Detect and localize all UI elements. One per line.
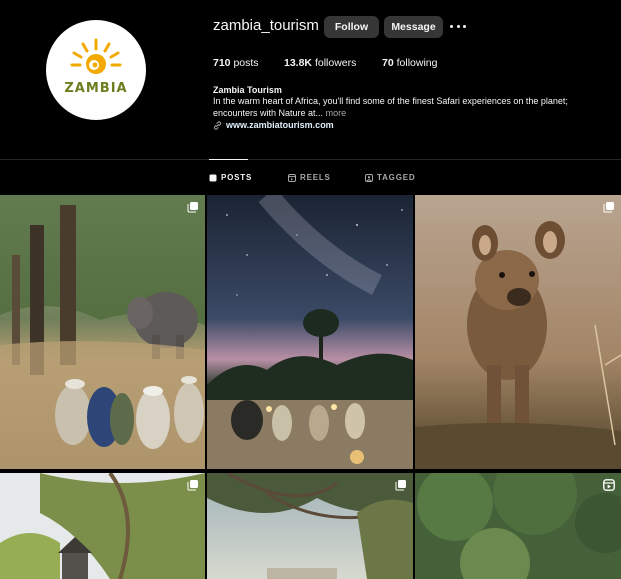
tab-posts-label: POSTS bbox=[221, 173, 253, 182]
profile-avatar[interactable]: ZAMBIA bbox=[46, 20, 146, 120]
following-link[interactable]: 70 following bbox=[382, 57, 437, 69]
riverside-tree-photo bbox=[207, 473, 413, 579]
tagged-icon bbox=[365, 173, 373, 182]
following-count-value: 70 bbox=[382, 57, 394, 69]
following-count-label: following bbox=[396, 57, 438, 69]
follow-button[interactable]: Follow bbox=[324, 16, 379, 38]
message-button[interactable]: Message bbox=[384, 16, 443, 38]
bio-name: Zambia Tourism bbox=[213, 85, 282, 95]
post-tile-2[interactable] bbox=[207, 195, 413, 469]
bio-more-link[interactable]: more bbox=[326, 108, 347, 118]
milky-way-camp-photo bbox=[207, 195, 413, 469]
posts-count-label: posts bbox=[233, 57, 259, 69]
tab-reels-label: REELS bbox=[300, 173, 331, 182]
safari-walk-photo bbox=[0, 195, 205, 469]
foliage-photo bbox=[415, 473, 621, 579]
followers-link[interactable]: 13.8K followers bbox=[284, 57, 356, 69]
website-link-text: www.zambiatourism.com bbox=[226, 120, 334, 130]
reel-icon bbox=[603, 479, 615, 491]
bio-body: In the warm heart of Africa, you'll find… bbox=[213, 96, 568, 118]
tab-posts[interactable]: POSTS bbox=[209, 173, 252, 182]
website-link[interactable]: www.zambiatourism.com bbox=[213, 120, 334, 130]
active-tab-indicator bbox=[209, 159, 248, 160]
grid-icon bbox=[209, 174, 217, 181]
tab-reels[interactable]: REELS bbox=[288, 173, 331, 182]
tab-tagged-label: TAGGED bbox=[377, 173, 416, 182]
tabs-divider bbox=[0, 159, 621, 160]
carousel-icon bbox=[603, 202, 614, 213]
post-tile-6[interactable] bbox=[415, 473, 621, 579]
post-tile-1[interactable] bbox=[0, 195, 205, 469]
hyena-cub-photo bbox=[415, 195, 621, 469]
treehouse-photo bbox=[0, 473, 205, 579]
sun-logo-icon bbox=[70, 38, 122, 74]
bio-text: In the warm heart of Africa, you'll find… bbox=[213, 96, 613, 119]
reels-icon bbox=[288, 173, 296, 182]
followers-count-value: 13.8K bbox=[284, 57, 313, 69]
carousel-icon bbox=[187, 202, 198, 213]
posts-count: 710 posts bbox=[213, 57, 259, 69]
profile-username: zambia_tourism bbox=[213, 17, 319, 34]
followers-count-label: followers bbox=[314, 57, 357, 69]
post-tile-4[interactable] bbox=[0, 473, 205, 579]
posts-count-value: 710 bbox=[213, 57, 231, 69]
link-icon bbox=[213, 120, 222, 130]
tab-tagged[interactable]: TAGGED bbox=[365, 173, 415, 182]
avatar-wordmark: ZAMBIA bbox=[64, 81, 128, 96]
carousel-icon bbox=[395, 480, 406, 491]
post-tile-5[interactable] bbox=[207, 473, 413, 579]
more-options-icon[interactable] bbox=[450, 20, 466, 32]
carousel-icon bbox=[187, 480, 198, 491]
post-tile-3[interactable] bbox=[415, 195, 621, 469]
